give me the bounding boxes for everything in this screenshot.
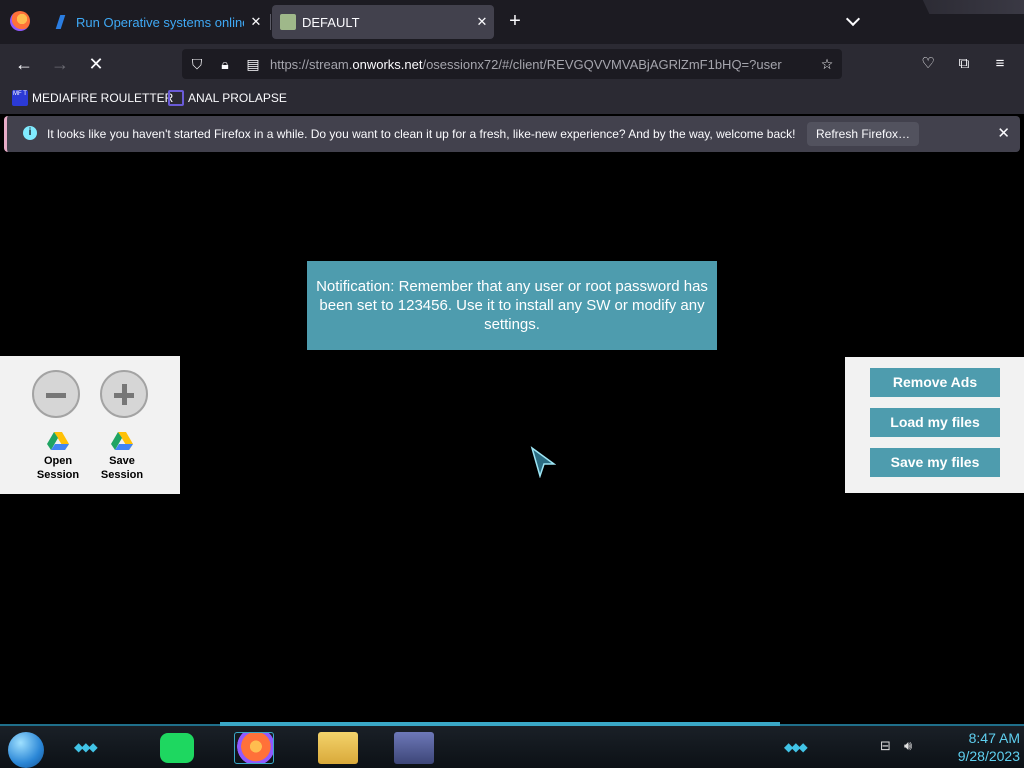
taskbar-decoration-right: ◆◆◆: [784, 740, 808, 754]
taskbar: ◆◆◆ ◆◆◆ ⊟ 🔊︎ 8:47 AM 9/28/2023: [0, 722, 1024, 768]
save-my-files-button[interactable]: Save my files: [870, 448, 1000, 477]
remote-session-viewport[interactable]: Notification: Remember that any user or …: [0, 156, 1024, 724]
url-path: /osessionx72/#/client/REVGQVVMVABjAGRlZm…: [422, 57, 782, 72]
firefox-taskbar-icon[interactable]: [234, 732, 274, 764]
tab-close-icon[interactable]: ✕: [470, 14, 494, 30]
tab-run-operative-systems[interactable]: Run Operative systems online ✕: [46, 5, 268, 39]
tab-strip: Run Operative systems online ✕ DEFAULT ✕…: [0, 0, 1024, 44]
tab-title: DEFAULT: [302, 14, 360, 30]
remove-ads-button[interactable]: Remove Ads: [870, 368, 1000, 397]
close-notification-icon[interactable]: ✕: [997, 124, 1010, 142]
bookmark-mediafire-rouletter[interactable]: MF T MEDIAFIRE ROULETTER: [12, 90, 173, 106]
tab-close-icon[interactable]: ✕: [244, 14, 268, 30]
url-domain: onworks.net: [352, 57, 423, 72]
url-bar[interactable]: ⛉ 🔒︎ ▤ https://stream.onworks.net/osessi…: [182, 49, 842, 79]
default-favicon-icon: [280, 14, 296, 30]
google-drive-icon: [111, 432, 133, 450]
new-tab-button[interactable]: +: [504, 10, 526, 32]
password-notice: Notification: Remember that any user or …: [307, 261, 717, 350]
plus-icon-vertical: [122, 384, 127, 405]
pocket-icon[interactable]: ♡: [918, 54, 938, 74]
page-info-icon[interactable]: ▤: [244, 55, 262, 73]
bookmark-label: MEDIAFIRE ROULETTER: [32, 91, 174, 105]
taskbar-accent: [220, 722, 780, 726]
notification-message: It looks like you haven't started Firefo…: [47, 127, 796, 141]
info-icon: i: [23, 126, 37, 140]
zoom-in-button[interactable]: [100, 370, 148, 418]
window-decoration: [922, 0, 1024, 14]
volume-icon[interactable]: 🔊︎: [904, 738, 912, 754]
refresh-firefox-button[interactable]: Refresh Firefox…: [807, 122, 919, 146]
load-my-files-button[interactable]: Load my files: [870, 408, 1000, 437]
menu-hamburger-icon[interactable]: ≡: [990, 54, 1010, 74]
url-text[interactable]: https://stream.onworks.net/osessionx72/#…: [270, 57, 810, 72]
mouse-cursor-icon: [530, 446, 556, 478]
open-session-button[interactable]: Open Session: [36, 428, 80, 488]
network-icon[interactable]: ⊟: [880, 738, 891, 754]
spotify-app-icon[interactable]: [160, 733, 194, 763]
save-session-label: Save Session: [100, 455, 144, 481]
lock-icon[interactable]: 🔒︎: [216, 55, 234, 73]
forward-button[interactable]: →: [48, 52, 72, 76]
mediafire-icon: MF T: [12, 90, 28, 106]
back-button[interactable]: ←: [12, 52, 36, 76]
open-session-label: Open Session: [36, 455, 80, 481]
clock[interactable]: 8:47 AM 9/28/2023: [958, 729, 1020, 765]
file-explorer-icon[interactable]: [318, 732, 358, 764]
navigation-toolbar: ← → ✕ ⛉ 🔒︎ ▤ https://stream.onworks.net/…: [0, 44, 1024, 84]
stop-loading-button[interactable]: ✕: [84, 52, 108, 76]
save-session-button[interactable]: Save Session: [100, 428, 144, 488]
clock-time: 8:47 AM: [968, 730, 1020, 746]
bookmark-star-icon[interactable]: ☆: [818, 55, 836, 73]
start-orb-icon[interactable]: [8, 732, 44, 768]
firefox-refresh-notification: i It looks like you haven't started Fire…: [4, 116, 1020, 152]
onworks-favicon-icon: [55, 15, 73, 29]
tab-title: Run Operative systems online: [76, 14, 244, 30]
url-prefix: https://stream.: [270, 57, 353, 72]
list-all-tabs-chevron-icon[interactable]: [844, 12, 862, 30]
tab-default[interactable]: DEFAULT ✕: [272, 5, 494, 39]
extensions-icon[interactable]: ⧉: [954, 54, 974, 74]
firefox-icon[interactable]: [10, 11, 30, 31]
minus-icon: [46, 393, 66, 398]
session-controls-panel: Open Session Save Session: [0, 356, 180, 494]
clock-date: 9/28/2023: [957, 748, 1020, 764]
zoom-out-button[interactable]: [32, 370, 80, 418]
file-actions-panel: Remove Ads Load my files Save my files: [845, 357, 1024, 493]
google-drive-icon: [47, 432, 69, 450]
taskbar-decoration-left: ◆◆◆: [74, 740, 98, 754]
bookmark-anal-prolapse[interactable]: ANAL PROLAPSE: [168, 90, 287, 106]
bookmark-label: ANAL PROLAPSE: [188, 91, 287, 105]
tracking-protection-shield-icon[interactable]: ⛉: [188, 55, 206, 73]
window-app-icon[interactable]: [394, 732, 434, 764]
bookmarks-toolbar: MF T MEDIAFIRE ROULETTER ANAL PROLAPSE: [0, 84, 1024, 114]
tab-separator: [270, 14, 271, 30]
sigma-icon: [168, 90, 184, 106]
